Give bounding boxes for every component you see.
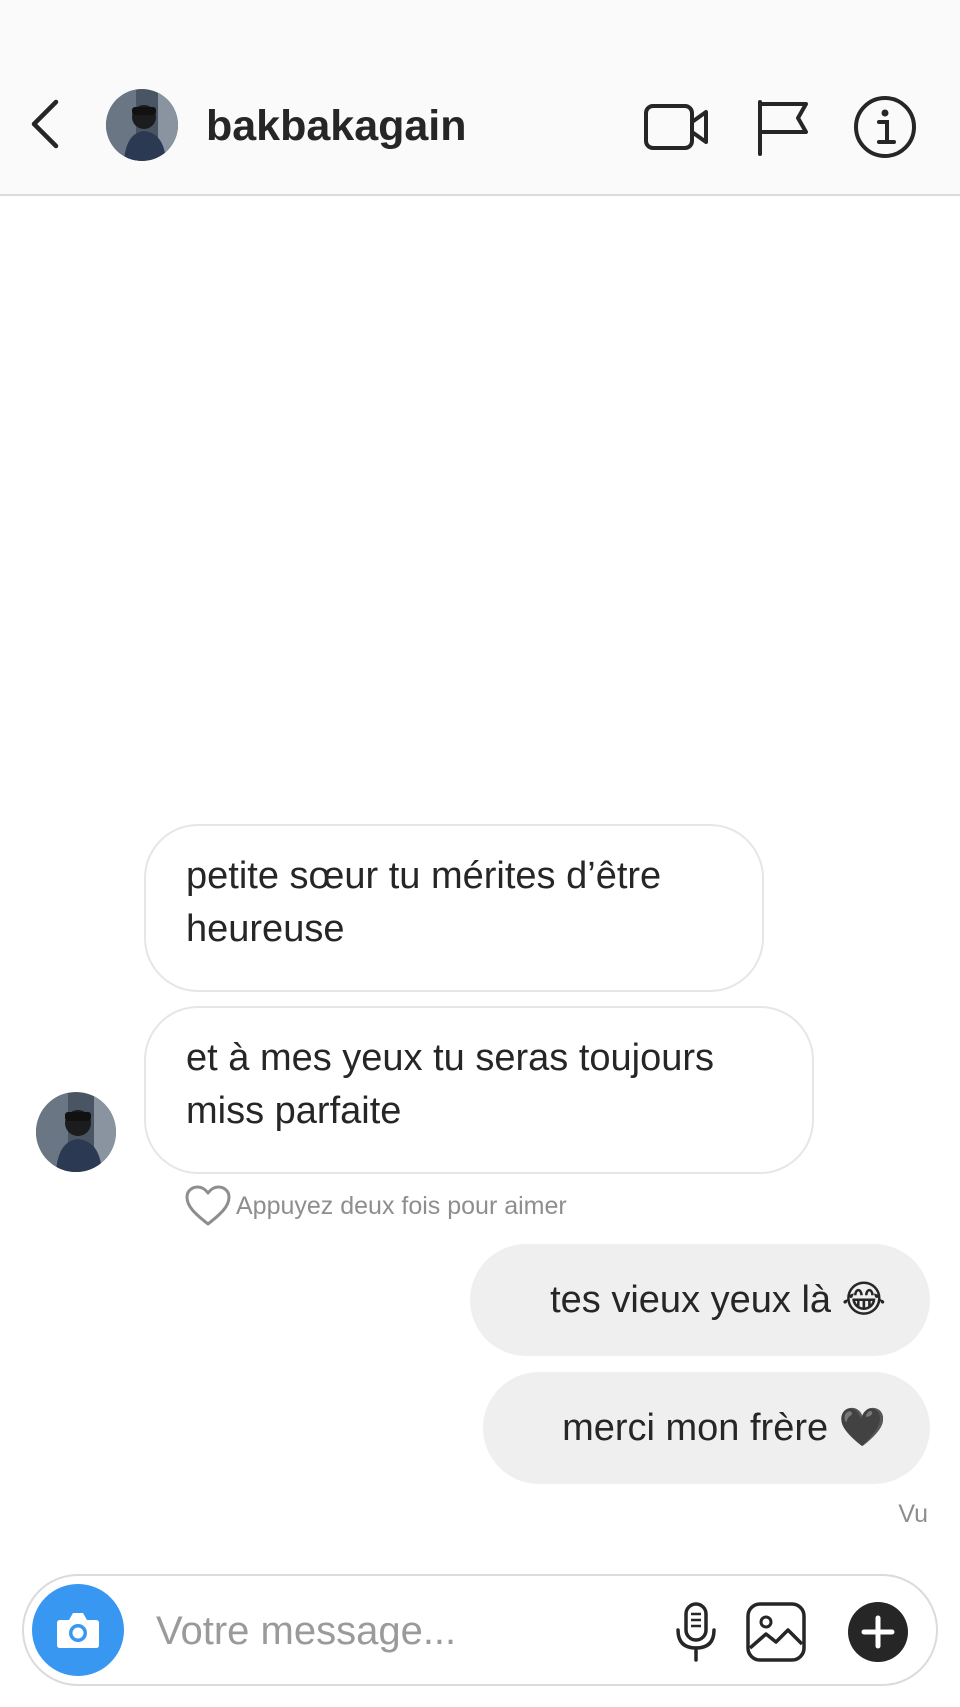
seen-status: Vu [898, 1500, 928, 1528]
video-call-icon [644, 104, 708, 150]
camera-icon [57, 1613, 99, 1648]
message-input[interactable] [154, 1596, 638, 1666]
header-username[interactable]: bakbakagain [206, 100, 467, 152]
outgoing-message[interactable]: merci mon frère 🖤 [483, 1372, 930, 1484]
like-hint-label: Appuyez deux fois pour aimer [236, 1191, 567, 1220]
gallery-icon [746, 1602, 806, 1662]
chat-header: bakbakagain [0, 0, 960, 196]
voice-message-button[interactable] [664, 1600, 728, 1664]
outgoing-message[interactable]: tes vieux yeux là 😂 [470, 1244, 930, 1356]
video-call-button[interactable] [642, 92, 712, 162]
heart-icon [185, 1185, 231, 1226]
double-tap-like-hint[interactable]: Appuyez deux fois pour aimer [184, 1182, 567, 1230]
incoming-message[interactable]: et à mes yeux tu seras toujours miss par… [144, 1006, 814, 1174]
flag-icon [758, 100, 808, 156]
gallery-button[interactable] [744, 1600, 808, 1664]
plus-icon [848, 1602, 908, 1662]
back-button[interactable] [24, 96, 68, 152]
message-text: et à mes yeux tu seras toujours miss par… [186, 1037, 715, 1132]
camera-button[interactable] [32, 1584, 124, 1676]
message-text: merci mon frère 🖤 [562, 1407, 886, 1449]
info-button[interactable] [850, 92, 920, 162]
microphone-icon [676, 1602, 716, 1662]
info-icon [854, 96, 916, 158]
sender-avatar[interactable] [36, 1092, 116, 1172]
message-text: petite sœur tu mérites d’être heureuse [186, 855, 662, 950]
header-avatar[interactable] [106, 89, 178, 161]
more-options-button[interactable] [846, 1600, 910, 1664]
incoming-message[interactable]: petite sœur tu mérites d’être heureuse [144, 824, 764, 992]
back-chevron-icon [31, 99, 59, 149]
message-text: tes vieux yeux là 😂 [550, 1279, 886, 1321]
report-button[interactable] [748, 92, 818, 162]
message-composer [22, 1574, 938, 1686]
